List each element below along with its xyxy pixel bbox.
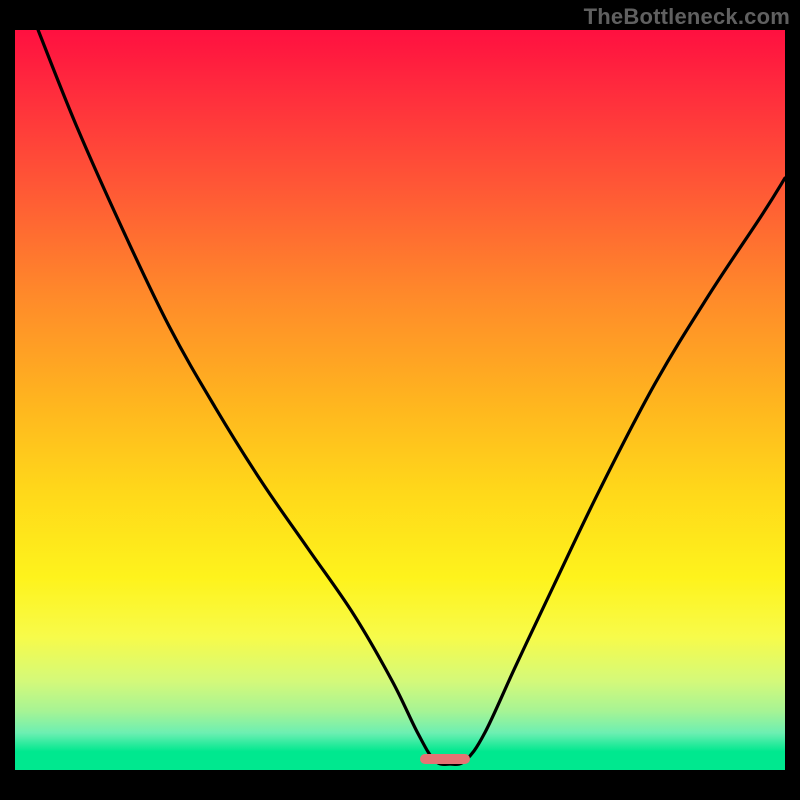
baseline-marker xyxy=(420,754,470,764)
chart-frame: TheBottleneck.com xyxy=(0,0,800,800)
plot-area xyxy=(15,30,785,770)
watermark-text: TheBottleneck.com xyxy=(584,4,790,30)
curve-layer xyxy=(15,30,785,770)
bottleneck-curve xyxy=(38,30,785,764)
